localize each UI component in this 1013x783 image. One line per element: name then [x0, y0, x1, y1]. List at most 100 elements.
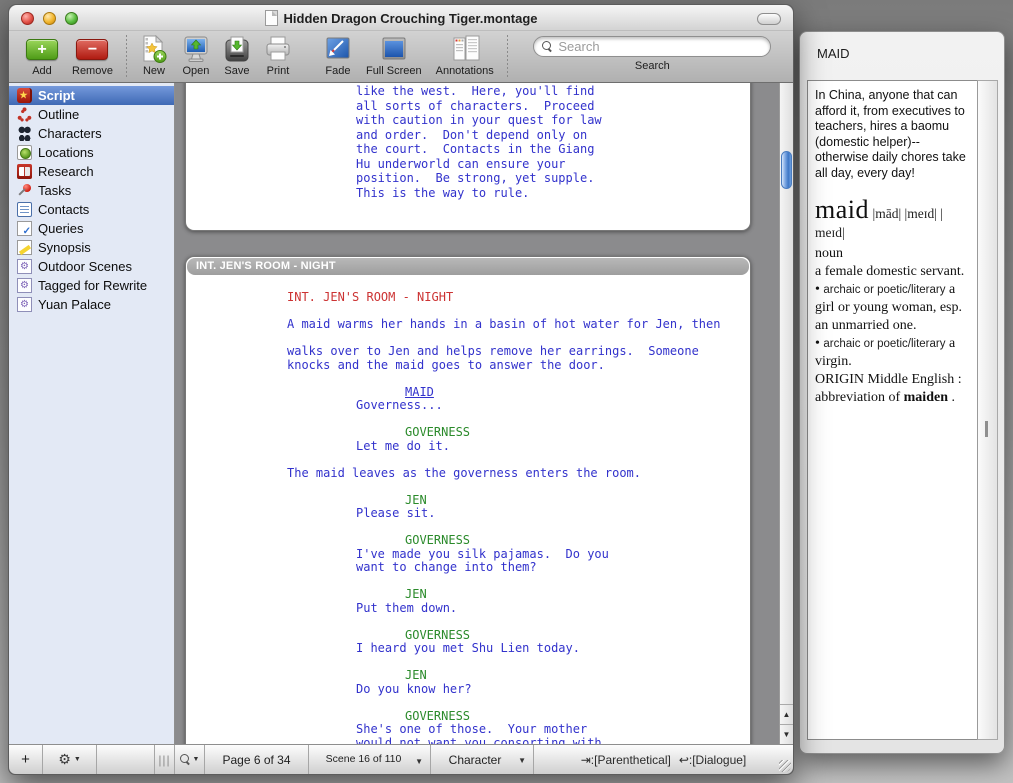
- sidebar-item[interactable]: Tasks: [9, 181, 174, 200]
- script-line: [186, 453, 750, 467]
- remove-button[interactable]: − Remove: [72, 34, 113, 80]
- search-field[interactable]: [533, 36, 771, 57]
- new-button[interactable]: New: [140, 34, 168, 80]
- search-input[interactable]: [558, 39, 762, 54]
- script-line: with caution in your quest for law: [186, 113, 750, 128]
- sidebar-item[interactable]: Script: [9, 86, 174, 105]
- action-menu-button[interactable]: ⚙▼: [43, 745, 97, 774]
- sidebar-item[interactable]: Research: [9, 162, 174, 181]
- vertical-scrollbar[interactable]: ▲ ▼: [779, 83, 793, 744]
- dictionary-origin: ORIGIN Middle English : abbreviation of …: [815, 371, 970, 407]
- new-document-icon: [140, 34, 168, 64]
- sidebar-item[interactable]: Yuan Palace: [9, 295, 174, 314]
- annotations-icon: [450, 34, 480, 64]
- script-line: [186, 372, 750, 386]
- sidebar-item-icon: [17, 88, 32, 103]
- sidebar-item-label: Outline: [38, 107, 79, 122]
- script-line: I've made you silk pajamas. Do you: [186, 548, 750, 562]
- open-button[interactable]: Open: [182, 34, 210, 80]
- chevron-down-icon: ▼: [193, 756, 200, 763]
- print-button[interactable]: Print: [264, 34, 292, 80]
- dictionary-entry: maid |mād| |meɪd| | meɪd| noun a female …: [815, 201, 970, 407]
- add-element-button[interactable]: +: [9, 745, 43, 774]
- origin-label: ORIGIN: [815, 372, 864, 387]
- sidebar-item[interactable]: Synopsis: [9, 238, 174, 257]
- script-line: [186, 305, 750, 319]
- sidebar-item-icon: [17, 145, 32, 160]
- script-line: Put them down.: [186, 602, 750, 616]
- search-label: Search: [635, 60, 670, 72]
- dictionary-panel-window: MAID In China, anyone that can afford it…: [799, 31, 1005, 754]
- sidebar-item[interactable]: Queries: [9, 219, 174, 238]
- printer-icon: [264, 34, 292, 64]
- script-line: like the west. Here, you'll find: [186, 84, 750, 99]
- script-line: This is the way to rule.: [186, 186, 750, 201]
- sidebar-item-icon: [17, 107, 32, 122]
- window-resize-grip[interactable]: [779, 760, 791, 772]
- sidebar-item-icon: [17, 202, 32, 217]
- add-button[interactable]: + Add: [26, 34, 58, 80]
- dictionary-sense: • archaic or poetic/literary a virgin.: [815, 335, 970, 371]
- script-line: She's one of those. Your mother: [186, 723, 750, 737]
- splitter-grip[interactable]: |||: [155, 745, 175, 774]
- fade-button[interactable]: Fade: [324, 34, 352, 80]
- sidebar-item[interactable]: Contacts: [9, 200, 174, 219]
- sidebar-item[interactable]: Tagged for Rewrite: [9, 276, 174, 295]
- script-line: [186, 521, 750, 535]
- gear-icon: ⚙: [58, 752, 71, 768]
- sidebar-item[interactable]: Characters: [9, 124, 174, 143]
- dictionary-panel-title: MAID: [817, 46, 850, 61]
- element-type-selector[interactable]: Character▼: [431, 745, 534, 774]
- annotations-button[interactable]: Annotations: [436, 34, 494, 80]
- script-editor[interactable]: like the west. Here, you'll findall sort…: [176, 83, 779, 744]
- script-line: INT. JEN'S ROOM - NIGHT: [186, 291, 750, 305]
- script-page-previous[interactable]: like the west. Here, you'll findall sort…: [185, 83, 751, 231]
- script-line: walks over to Jen and helps remove her e…: [186, 345, 750, 359]
- script-line: [186, 332, 750, 346]
- script-line: would not want you consorting with: [186, 737, 750, 745]
- script-line: Please sit.: [186, 507, 750, 521]
- zoom-menu-button[interactable]: ▼: [175, 745, 205, 774]
- sidebar-item-label: Synopsis: [38, 240, 91, 255]
- fullscreen-button[interactable]: Full Screen: [366, 34, 422, 80]
- scroll-down-button[interactable]: ▼: [780, 724, 793, 744]
- scene-selector[interactable]: Scene 16 of 110▼: [309, 745, 431, 774]
- sidebar-item[interactable]: Outdoor Scenes: [9, 257, 174, 276]
- dictionary-scroll-thumb[interactable]: [985, 421, 988, 437]
- script-page-current[interactable]: INT. JEN'S ROOM - NIGHT INT. JEN'S ROOM …: [185, 256, 751, 744]
- script-line: want to change into them?: [186, 561, 750, 575]
- script-line: JEN: [186, 494, 750, 508]
- script-line: [186, 575, 750, 589]
- script-line: Hu underworld can ensure your: [186, 157, 750, 172]
- sidebar-item-label: Queries: [38, 221, 84, 236]
- remove-icon: −: [76, 39, 108, 60]
- dictionary-scrollbar[interactable]: [977, 80, 998, 740]
- sidebar-item[interactable]: Outline: [9, 105, 174, 124]
- scrollbar-thumb[interactable]: [781, 151, 792, 189]
- keyboard-hints: ⇥:[Parenthetical] ↩:[Dialogue]: [534, 745, 793, 774]
- save-button[interactable]: Save: [224, 34, 250, 80]
- chevron-down-icon: ▼: [415, 756, 423, 767]
- dictionary-definition: a female domestic servant.: [815, 263, 970, 281]
- script-line: [186, 656, 750, 670]
- script-line: JEN: [186, 588, 750, 602]
- main-window: Hidden Dragon Crouching Tiger.montage + …: [8, 4, 794, 775]
- toolbar-toggle-button[interactable]: [757, 13, 781, 25]
- title-bar[interactable]: Hidden Dragon Crouching Tiger.montage: [9, 5, 793, 31]
- scene-header-bar[interactable]: INT. JEN'S ROOM - NIGHT: [187, 258, 749, 275]
- scroll-up-button[interactable]: ▲: [780, 704, 793, 724]
- toolbar-separator: [126, 35, 127, 79]
- page-indicator[interactable]: Page 6 of 34: [205, 745, 309, 774]
- tab-hint: ⇥:[Parenthetical]: [581, 753, 671, 767]
- script-line: GOVERNESS: [186, 629, 750, 643]
- sense-register-label: archaic or poetic/literary: [823, 284, 945, 296]
- script-line: [186, 413, 750, 427]
- toolbar-separator: [507, 35, 508, 79]
- bullet-icon: •: [815, 282, 820, 297]
- dictionary-part-of-speech: noun: [815, 245, 970, 263]
- document-icon: [265, 10, 278, 26]
- script-line: the court. Contacts in the Giang: [186, 142, 750, 157]
- sidebar-item[interactable]: Locations: [9, 143, 174, 162]
- script-line: [186, 480, 750, 494]
- sidebar: Script Outline Characters Locations: [9, 83, 175, 744]
